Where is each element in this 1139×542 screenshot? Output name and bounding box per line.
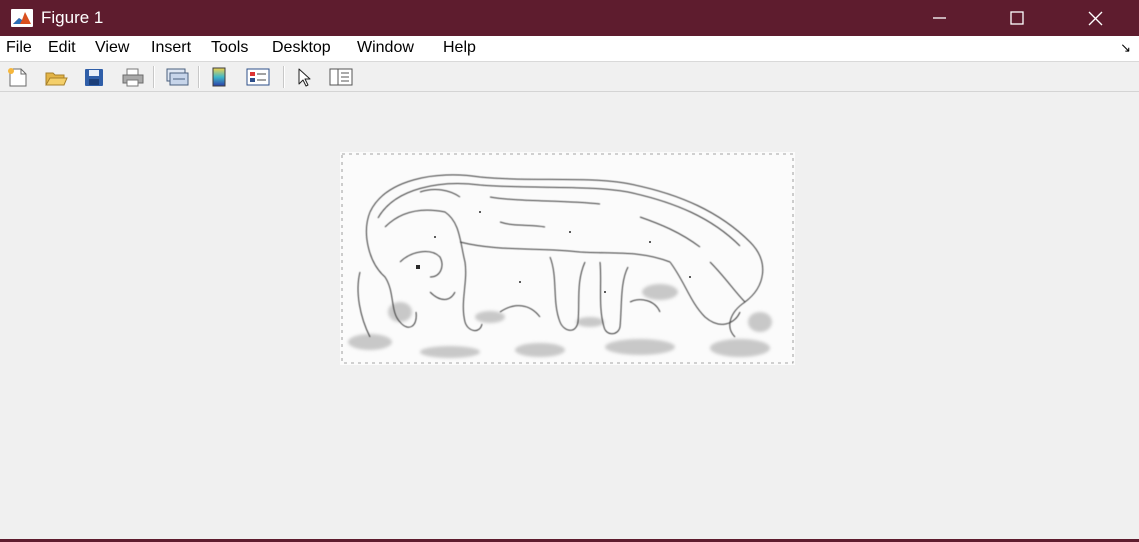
new-figure-icon	[8, 68, 27, 87]
new-figure-button[interactable]	[5, 65, 31, 89]
matlab-logo-icon	[11, 9, 33, 27]
link-plot-icon	[166, 68, 189, 86]
insert-legend-button[interactable]	[243, 65, 270, 89]
edit-plot-button[interactable]	[291, 65, 317, 89]
menu-desktop[interactable]: Desktop	[272, 39, 331, 57]
insert-colorbar-button[interactable]	[207, 65, 233, 89]
title-bar: Figure 1	[0, 0, 1139, 36]
close-button[interactable]	[1058, 0, 1136, 36]
menu-window[interactable]: Window	[357, 39, 414, 57]
toolbar-separator	[283, 66, 285, 88]
link-plot-button[interactable]	[162, 65, 189, 89]
menu-file[interactable]: File	[6, 39, 32, 57]
insert-colorbar-icon	[212, 67, 226, 87]
maximize-button[interactable]	[980, 0, 1058, 36]
menu-help[interactable]: Help	[443, 39, 476, 57]
maximize-icon	[1010, 11, 1024, 25]
toolbar-separator	[198, 66, 200, 88]
property-inspector-icon	[329, 68, 353, 86]
open-file-button[interactable]	[42, 65, 68, 89]
close-icon	[1088, 11, 1103, 26]
edge-detected-image	[340, 152, 795, 365]
dock-arrow-icon[interactable]: ↘	[1120, 40, 1131, 56]
toolbar-separator	[153, 66, 155, 88]
figure-toolbar	[0, 62, 1139, 92]
minimize-icon	[933, 17, 946, 19]
window-title: Figure 1	[41, 8, 104, 27]
menu-tools[interactable]: Tools	[211, 39, 248, 57]
edit-plot-icon	[298, 68, 311, 87]
save-icon	[85, 69, 103, 86]
menu-bar: File Edit View Insert Tools Desktop Wind…	[0, 36, 1139, 62]
property-inspector-button[interactable]	[326, 65, 353, 89]
insert-legend-icon	[246, 68, 270, 86]
menu-insert[interactable]: Insert	[151, 39, 191, 57]
print-icon	[122, 68, 144, 87]
menu-edit[interactable]: Edit	[48, 39, 76, 57]
menu-view[interactable]: View	[95, 39, 129, 57]
minimize-button[interactable]	[902, 0, 980, 36]
edge-image-drawing	[340, 152, 795, 365]
save-button[interactable]	[81, 65, 107, 89]
open-file-icon	[45, 72, 68, 86]
print-button[interactable]	[119, 65, 145, 89]
